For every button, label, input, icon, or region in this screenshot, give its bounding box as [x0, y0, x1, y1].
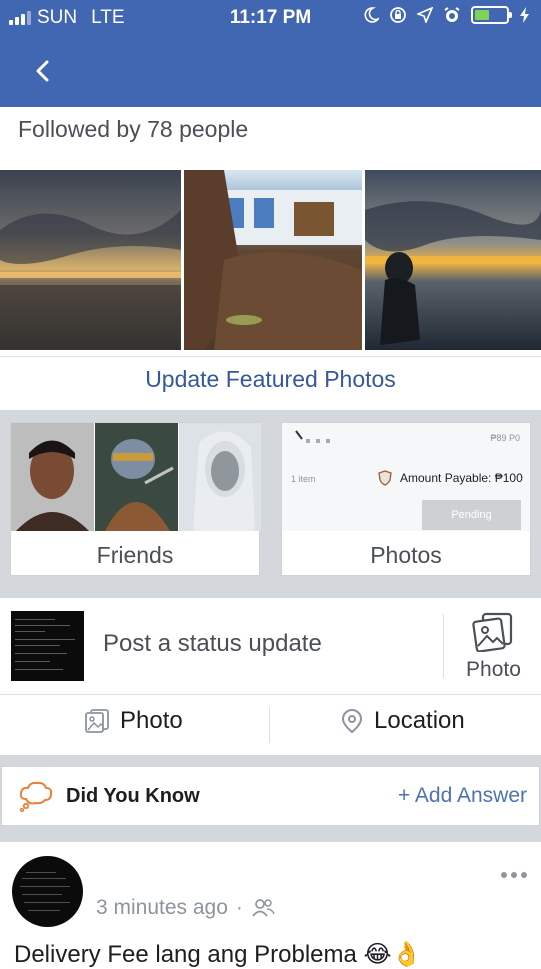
location-pin-icon: [341, 708, 363, 734]
photo-icon: [85, 709, 109, 733]
top-app-bar: SUN LTE 11:17 PM: [0, 0, 541, 107]
moon-icon: [364, 7, 379, 23]
followers-count[interactable]: Followed by 78 people: [18, 116, 248, 143]
shield-icon: [378, 470, 392, 486]
rotation-lock-icon: [390, 7, 406, 23]
receipt-price: ₱89 P0: [490, 433, 520, 443]
user-avatar: [11, 611, 84, 681]
post-options-button[interactable]: [501, 872, 527, 878]
friend-photo: [95, 423, 178, 531]
receipt-amount: Amount Payable: ₱100: [400, 471, 523, 485]
status-bar: SUN LTE 11:17 PM: [0, 0, 541, 36]
divider: [269, 707, 270, 743]
photo-icon: [472, 612, 513, 652]
add-location-button[interactable]: Location: [340, 707, 465, 735]
meta-separator: ·: [235, 896, 243, 919]
post-meta: 3 minutes ago ·: [96, 896, 275, 920]
featured-photo-shore[interactable]: [365, 170, 541, 350]
divider: [0, 356, 541, 357]
more-dot-icon: [511, 872, 517, 878]
more-dot-icon: [501, 872, 507, 878]
alarm-icon: [444, 7, 460, 22]
divider: [443, 614, 444, 678]
did-you-know-card: Did You Know + Add Answer: [1, 766, 540, 826]
friends-tile[interactable]: Friends: [10, 422, 261, 576]
status-composer: Post a status update Photo: [0, 598, 541, 694]
did-you-know-title: Did You Know: [66, 785, 200, 807]
receipt-pending-status: Pending: [422, 500, 521, 530]
more-dot-icon: [521, 872, 527, 878]
friends-label: Friends: [96, 542, 174, 568]
receipt-items: 1 item: [291, 474, 316, 484]
receipt-items-icon: [295, 430, 330, 443]
composer-photo-label: Photo: [466, 658, 521, 681]
update-featured-photos-link[interactable]: Update Featured Photos: [0, 366, 541, 393]
add-photo-button[interactable]: Photo: [84, 707, 183, 735]
add-answer-button[interactable]: + Add Answer: [398, 784, 527, 808]
battery-icon: [471, 6, 512, 24]
friend-photo: [179, 423, 261, 531]
add-photo-label: Photo: [120, 707, 183, 734]
photos-tile[interactable]: ₱89 P0 1 item Amount Payable: ₱100 Pendi…: [281, 422, 531, 576]
post-text: Delivery Fee lang ang Problema 😂👌: [14, 941, 422, 968]
status-icons: [363, 6, 531, 24]
featured-photos: [0, 170, 541, 350]
feed-post: 3 minutes ago · Delivery Fee lang ang Pr…: [0, 842, 541, 968]
featured-photo-tree[interactable]: [184, 170, 362, 350]
friend-photo: [11, 423, 94, 531]
composer-actions: Photo Location: [0, 695, 541, 755]
back-button[interactable]: [28, 54, 56, 88]
chevron-left-icon: [36, 60, 49, 82]
friends-icon[interactable]: [251, 898, 275, 918]
post-timestamp[interactable]: 3 minutes ago: [96, 896, 228, 920]
receipt-thumbnail: ₱89 P0 1 item Amount Payable: ₱100 Pendi…: [282, 423, 530, 531]
photos-label: Photos: [370, 542, 442, 568]
status-input[interactable]: Post a status update: [103, 630, 322, 658]
featured-photo-sunset[interactable]: [0, 170, 181, 350]
location-arrow-icon: [417, 7, 433, 23]
thought-bubble-icon: [19, 781, 53, 813]
add-location-label: Location: [374, 707, 465, 734]
charging-bolt-icon: [520, 7, 529, 23]
composer-photo-button[interactable]: Photo: [446, 612, 541, 684]
post-author-avatar[interactable]: [12, 856, 83, 927]
